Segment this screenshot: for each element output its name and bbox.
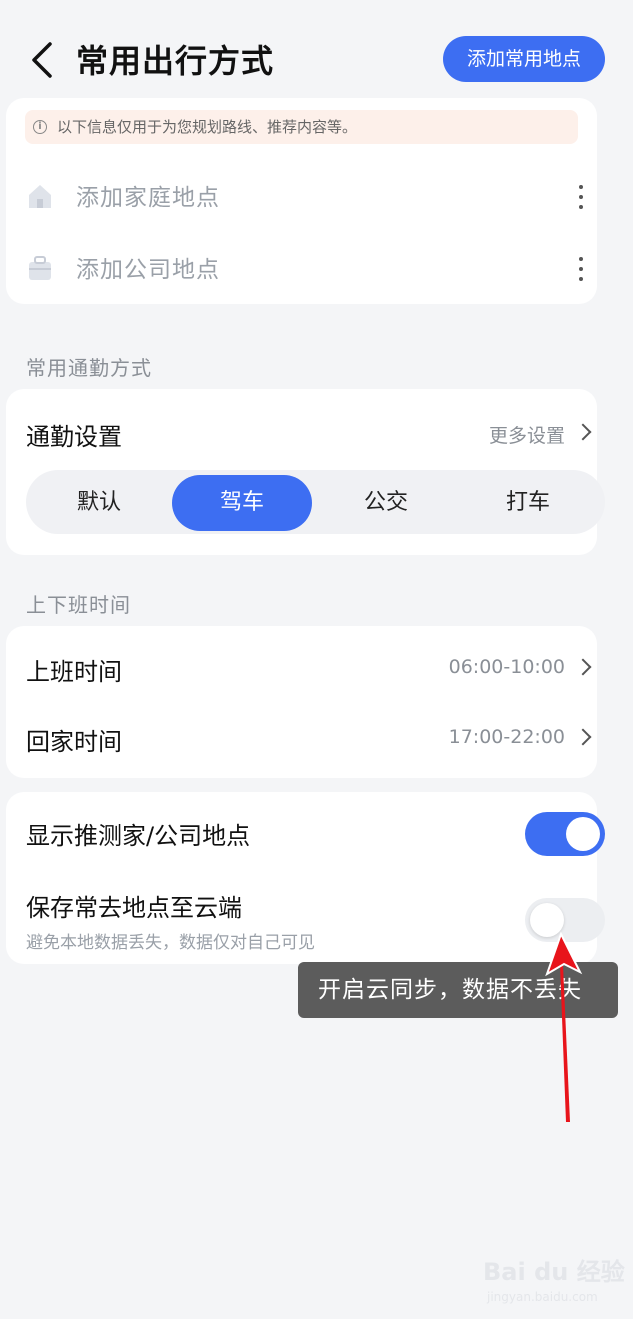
red-arrow-icon bbox=[545, 931, 583, 1122]
watermark-logo: Bai du 经验 bbox=[483, 1258, 625, 1286]
watermark-url: jingyan.baidu.com bbox=[487, 1290, 598, 1304]
